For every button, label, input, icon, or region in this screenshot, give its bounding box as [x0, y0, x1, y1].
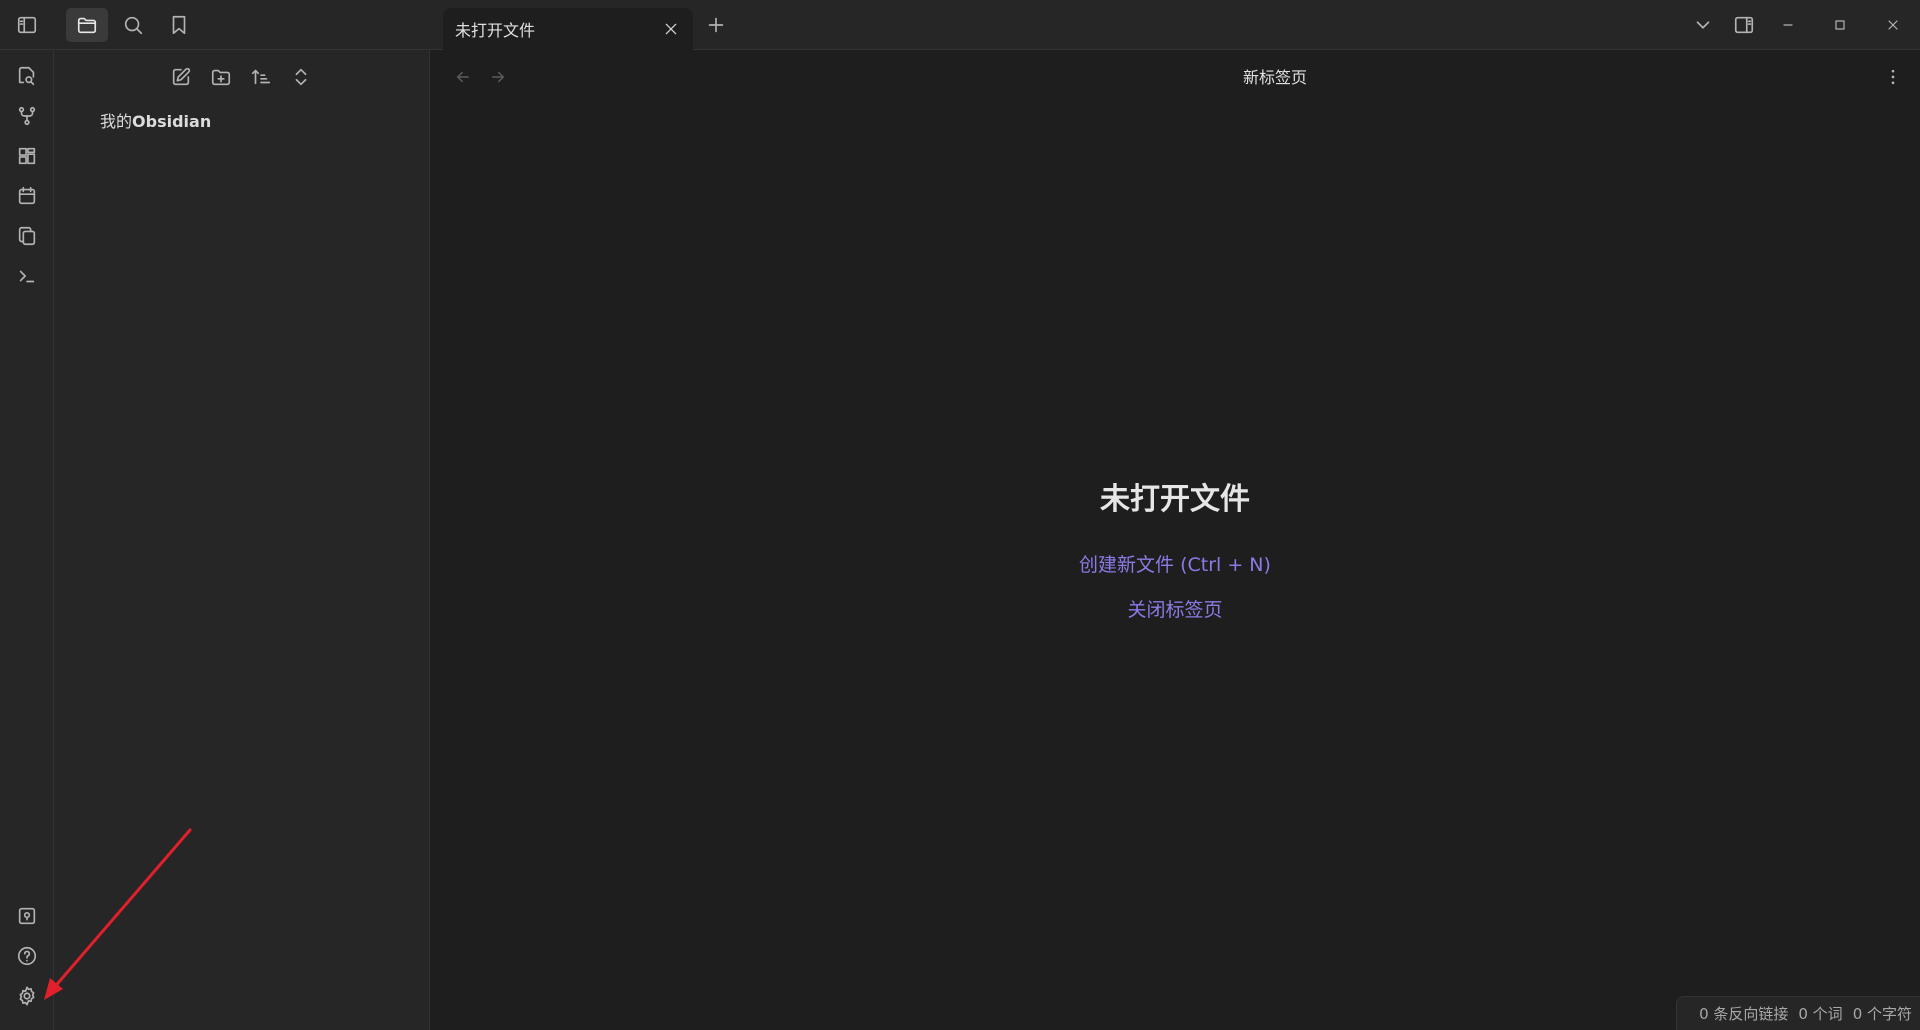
- calendar-icon: [18, 186, 36, 205]
- folder-open-icon: [77, 17, 97, 34]
- maximize-button[interactable]: [1820, 8, 1860, 42]
- vault-root-item[interactable]: 我的Obsidian: [100, 108, 211, 132]
- empty-state: 未打开文件 创建新文件 (Ctrl + N) 关闭标签页: [430, 50, 1920, 1030]
- toggle-right-sidebar-button[interactable]: [1724, 8, 1764, 42]
- sidebar-left-icon: [17, 16, 37, 34]
- status-bar: 0 条反向链接 0 个词 0 个字符: [1676, 996, 1920, 1030]
- bookmark-icon: [172, 15, 186, 35]
- close-icon: [1888, 20, 1898, 30]
- file-search-icon: [18, 66, 35, 86]
- empty-state-title: 未打开文件: [1100, 482, 1250, 517]
- files-view-button[interactable]: [66, 8, 108, 42]
- tab-list-button[interactable]: [1683, 8, 1723, 42]
- close-icon: [665, 23, 677, 35]
- close-tab-action: 关闭标签页: [430, 595, 1920, 622]
- sidebar-right-icon: [1734, 16, 1754, 34]
- copy-icon: [18, 226, 36, 246]
- close-tab-link[interactable]: 关闭标签页: [1127, 599, 1222, 621]
- help-button[interactable]: [7, 938, 47, 974]
- minimize-button[interactable]: [1768, 8, 1808, 42]
- char-count: 0 个字符: [1852, 1005, 1912, 1023]
- left-ribbon: [0, 50, 54, 1030]
- layout-dashboard-icon: [18, 147, 36, 165]
- folder-plus-icon: [211, 69, 231, 86]
- vault-name-prefix: 我的: [100, 112, 133, 131]
- search-icon: [124, 16, 143, 35]
- plus-icon: [708, 17, 724, 33]
- new-tab-button[interactable]: [696, 8, 736, 42]
- word-count: 0 个词: [1798, 1005, 1843, 1023]
- open-vault-button[interactable]: [7, 898, 47, 934]
- tab-close-button[interactable]: [661, 19, 681, 39]
- new-note-button[interactable]: [163, 60, 199, 94]
- minimize-icon: [1783, 24, 1793, 26]
- file-explorer: 我的Obsidian: [54, 50, 430, 1030]
- chevrons-up-down-icon: [295, 68, 307, 86]
- obsidian-window: 未打开文件 我的Obsidian 新标签页 未打开文件 创建新文件 (Ctrl …: [0, 0, 1920, 1030]
- terminal-icon: [19, 270, 35, 283]
- create-new-file-link[interactable]: 创建新文件 (Ctrl + N): [1079, 554, 1271, 576]
- main-workspace: 新标签页 未打开文件 创建新文件 (Ctrl + N) 关闭标签页: [430, 50, 1920, 1030]
- new-folder-button[interactable]: [203, 60, 239, 94]
- command-palette-button[interactable]: [7, 258, 47, 294]
- vault-name: Obsidian: [132, 112, 212, 131]
- chevron-down-icon: [1696, 21, 1710, 29]
- quick-switcher-button[interactable]: [7, 58, 47, 94]
- toggle-left-sidebar-button[interactable]: [7, 8, 47, 42]
- title-bar: 未打开文件: [0, 0, 1920, 50]
- expand-collapse-button[interactable]: [283, 60, 319, 94]
- edit-icon: [172, 67, 191, 86]
- graph-view-button[interactable]: [7, 98, 47, 134]
- git-fork-icon: [18, 106, 36, 126]
- sort-ascending-icon: [251, 69, 271, 85]
- gear-icon: [19, 986, 35, 1006]
- canvas-button[interactable]: [7, 138, 47, 174]
- help-circle-icon: [17, 946, 37, 966]
- search-view-button[interactable]: [113, 8, 153, 42]
- maximize-icon: [1835, 20, 1845, 30]
- bookmarks-view-button[interactable]: [159, 8, 199, 42]
- settings-button[interactable]: [7, 978, 47, 1014]
- sort-button[interactable]: [243, 60, 279, 94]
- backlinks-count[interactable]: 0 条反向链接: [1699, 1003, 1788, 1024]
- tab-title: 未打开文件: [455, 21, 536, 40]
- templates-button[interactable]: [7, 218, 47, 254]
- create-new-file-action: 创建新文件 (Ctrl + N): [430, 550, 1920, 577]
- daily-note-button[interactable]: [7, 178, 47, 214]
- vault-icon: [18, 907, 36, 925]
- close-window-button[interactable]: [1873, 8, 1913, 42]
- tab-no-file[interactable]: 未打开文件: [443, 8, 693, 50]
